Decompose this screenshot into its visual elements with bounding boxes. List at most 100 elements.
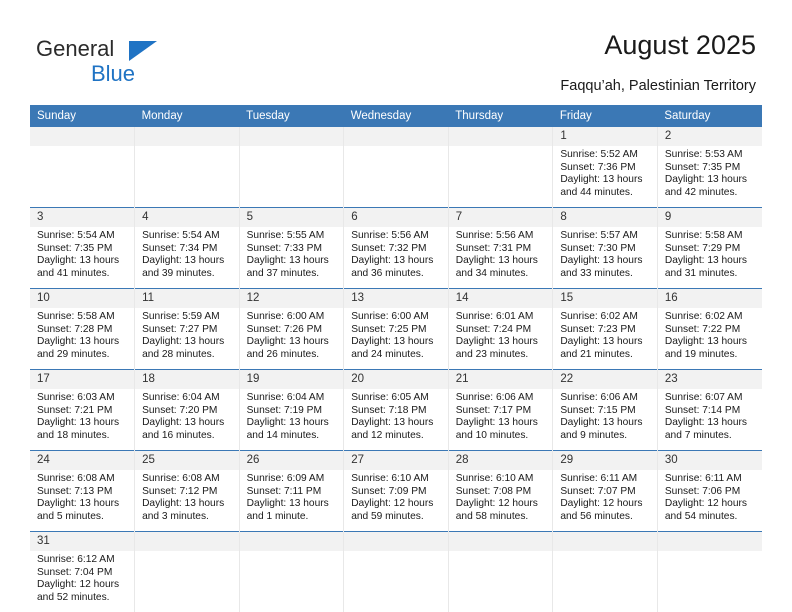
calendar-day-cell[interactable]: 24 Sunrise: 6:08 AM Sunset: 7:13 PM Dayligh… bbox=[30, 450, 136, 532]
sunset-text: Sunset: 7:19 PM bbox=[246, 404, 322, 416]
day-number bbox=[239, 127, 344, 146]
weekday-header-friday: Friday bbox=[552, 105, 658, 127]
calendar-day-cell[interactable]: 16 Sunrise: 6:02 AM Sunset: 7:22 PM Dayligh… bbox=[657, 288, 762, 370]
calendar-day-cell[interactable]: 5 Sunrise: 5:55 AM Sunset: 7:33 PM Daylight… bbox=[239, 207, 345, 289]
calendar-day-cell[interactable]: 23 Sunrise: 6:07 AM Sunset: 7:14 PM Dayligh… bbox=[657, 369, 762, 451]
daylight-text-line2: and 42 minutes. bbox=[664, 186, 738, 198]
calendar-day-cell[interactable]: 10 Sunrise: 5:58 AM Sunset: 7:28 PM Dayligh… bbox=[30, 288, 136, 370]
calendar-page: General Blue August 2025 Faqqu’ah, Pales… bbox=[0, 0, 792, 612]
calendar-day-cell[interactable]: 3 Sunrise: 5:54 AM Sunset: 7:35 PM Daylight… bbox=[30, 207, 136, 289]
calendar-day-cell[interactable]: 20 Sunrise: 6:05 AM Sunset: 7:18 PM Dayligh… bbox=[343, 369, 449, 451]
sunrise-text: Sunrise: 5:53 AM bbox=[664, 149, 743, 160]
calendar-day-cell[interactable]: 14 Sunrise: 6:01 AM Sunset: 7:24 PM Dayligh… bbox=[448, 288, 554, 370]
calendar-day-cell[interactable]: 30 Sunrise: 6:11 AM Sunset: 7:06 PM Dayligh… bbox=[657, 450, 762, 532]
daylight-text-line1: Daylight: 13 hours bbox=[246, 336, 329, 348]
daylight-text-line2: and 21 minutes. bbox=[560, 348, 633, 360]
daylight-text-line1: Daylight: 13 hours bbox=[351, 255, 434, 267]
calendar-day-cell[interactable]: 7 Sunrise: 5:56 AM Sunset: 7:31 PM Daylight… bbox=[448, 207, 554, 289]
calendar-cell-empty bbox=[657, 531, 762, 612]
day-number bbox=[135, 127, 239, 146]
day-number: 20 bbox=[344, 370, 448, 389]
day-number: 10 bbox=[30, 289, 135, 308]
sunset-text: Sunset: 7:23 PM bbox=[560, 323, 636, 335]
daylight-text-line1: Daylight: 13 hours bbox=[142, 255, 225, 267]
calendar-day-cell[interactable]: 27 Sunrise: 6:10 AM Sunset: 7:09 PM Dayligh… bbox=[343, 450, 449, 532]
calendar-day-cell[interactable]: 18 Sunrise: 6:04 AM Sunset: 7:20 PM Dayligh… bbox=[134, 369, 240, 451]
sunrise-text: Sunrise: 6:10 AM bbox=[455, 473, 534, 484]
daylight-text-line1: Daylight: 13 hours bbox=[560, 174, 643, 186]
day-number bbox=[448, 532, 553, 551]
daylight-text-line1: Daylight: 12 hours bbox=[37, 579, 120, 591]
sunrise-text: Sunrise: 6:09 AM bbox=[246, 473, 325, 484]
day-details bbox=[344, 551, 448, 612]
day-number: 19 bbox=[239, 370, 344, 389]
calendar-day-cell[interactable]: 29 Sunrise: 6:11 AM Sunset: 7:07 PM Dayligh… bbox=[552, 450, 658, 532]
calendar-day-cell[interactable]: 9 Sunrise: 5:58 AM Sunset: 7:29 PM Daylight… bbox=[657, 207, 762, 289]
calendar-day-cell[interactable]: 28 Sunrise: 6:10 AM Sunset: 7:08 PM Dayligh… bbox=[448, 450, 554, 532]
daylight-text-line2: and 19 minutes. bbox=[664, 348, 738, 360]
day-details: Sunrise: 5:59 AM Sunset: 7:27 PM Daylight:… bbox=[135, 308, 239, 369]
day-number: 16 bbox=[657, 289, 762, 308]
sunset-text: Sunset: 7:26 PM bbox=[246, 323, 322, 335]
calendar-cell-empty bbox=[448, 531, 554, 612]
sunset-text: Sunset: 7:24 PM bbox=[455, 323, 532, 335]
day-details: Sunrise: 6:04 AM Sunset: 7:19 PM Daylight:… bbox=[240, 389, 344, 450]
calendar-day-cell[interactable]: 12 Sunrise: 6:00 AM Sunset: 7:26 PM Dayligh… bbox=[239, 288, 345, 370]
sunrise-text: Sunrise: 6:06 AM bbox=[455, 392, 534, 403]
weekday-header-saturday: Saturday bbox=[657, 105, 762, 127]
calendar-day-cell[interactable]: 15 Sunrise: 6:02 AM Sunset: 7:23 PM Dayligh… bbox=[552, 288, 658, 370]
daylight-text-line2: and 9 minutes. bbox=[560, 429, 628, 441]
day-details: Sunrise: 6:10 AM Sunset: 7:08 PM Daylight:… bbox=[449, 470, 553, 531]
daylight-text-line2: and 16 minutes. bbox=[142, 429, 215, 441]
day-details bbox=[135, 146, 239, 207]
calendar-day-cell[interactable]: 8 Sunrise: 5:57 AM Sunset: 7:30 PM Daylight… bbox=[552, 207, 658, 289]
sunset-text: Sunset: 7:08 PM bbox=[455, 485, 532, 497]
sunset-text: Sunset: 7:25 PM bbox=[351, 323, 427, 335]
calendar-day-cell[interactable]: 2 Sunrise: 5:53 AM Sunset: 7:35 PM Daylight… bbox=[657, 127, 762, 208]
calendar-day-cell[interactable]: 25 Sunrise: 6:08 AM Sunset: 7:12 PM Dayligh… bbox=[134, 450, 240, 532]
day-number: 11 bbox=[135, 289, 239, 308]
day-details: Sunrise: 5:52 AM Sunset: 7:36 PM Daylight:… bbox=[553, 146, 657, 207]
daylight-text-line1: Daylight: 12 hours bbox=[560, 498, 643, 510]
calendar-day-cell[interactable]: 21 Sunrise: 6:06 AM Sunset: 7:17 PM Dayligh… bbox=[448, 369, 554, 451]
day-details: Sunrise: 5:54 AM Sunset: 7:34 PM Daylight:… bbox=[135, 227, 239, 288]
daylight-text-line1: Daylight: 13 hours bbox=[560, 255, 643, 267]
daylight-text-line2: and 26 minutes. bbox=[246, 348, 320, 360]
calendar-header-row: Sunday Monday Tuesday Wednesday Thursday… bbox=[30, 105, 762, 127]
day-details: Sunrise: 6:06 AM Sunset: 7:17 PM Daylight:… bbox=[449, 389, 553, 450]
day-number: 6 bbox=[344, 208, 448, 227]
daylight-text-line1: Daylight: 13 hours bbox=[664, 255, 747, 267]
sunrise-text: Sunrise: 6:00 AM bbox=[246, 311, 325, 322]
day-number: 17 bbox=[30, 370, 135, 389]
calendar-day-cell[interactable]: 26 Sunrise: 6:09 AM Sunset: 7:11 PM Dayligh… bbox=[239, 450, 345, 532]
day-details: Sunrise: 6:02 AM Sunset: 7:22 PM Daylight:… bbox=[658, 308, 762, 369]
sunrise-text: Sunrise: 6:01 AM bbox=[455, 311, 534, 322]
calendar-day-cell[interactable]: 22 Sunrise: 6:06 AM Sunset: 7:15 PM Dayligh… bbox=[552, 369, 658, 451]
calendar-day-cell[interactable]: 13 Sunrise: 6:00 AM Sunset: 7:25 PM Dayligh… bbox=[343, 288, 449, 370]
daylight-text-line2: and 39 minutes. bbox=[142, 267, 215, 279]
day-details: Sunrise: 5:55 AM Sunset: 7:33 PM Daylight:… bbox=[240, 227, 344, 288]
calendar-day-cell[interactable]: 19 Sunrise: 6:04 AM Sunset: 7:19 PM Dayligh… bbox=[239, 369, 345, 451]
sunrise-text: Sunrise: 6:05 AM bbox=[351, 392, 429, 403]
calendar-day-cell[interactable]: 17 Sunrise: 6:03 AM Sunset: 7:21 PM Dayligh… bbox=[30, 369, 136, 451]
calendar-day-cell[interactable]: 6 Sunrise: 5:56 AM Sunset: 7:32 PM Daylight… bbox=[343, 207, 449, 289]
sunset-text: Sunset: 7:34 PM bbox=[142, 242, 218, 254]
calendar-day-cell[interactable]: 11 Sunrise: 5:59 AM Sunset: 7:27 PM Dayligh… bbox=[134, 288, 240, 370]
calendar-week-row: 24 Sunrise: 6:08 AM Sunset: 7:13 PM Dayligh… bbox=[30, 450, 762, 532]
calendar-day-cell[interactable]: 1 Sunrise: 5:52 AM Sunset: 7:36 PM Daylight… bbox=[552, 127, 658, 208]
daylight-text-line1: Daylight: 13 hours bbox=[664, 417, 747, 429]
daylight-text-line2: and 18 minutes. bbox=[37, 429, 110, 441]
calendar-week-row: 3 Sunrise: 5:54 AM Sunset: 7:35 PM Daylight… bbox=[30, 207, 762, 289]
sunset-text: Sunset: 7:35 PM bbox=[37, 242, 113, 254]
sunrise-sunset-calendar-table: Sunday Monday Tuesday Wednesday Thursday… bbox=[30, 105, 762, 612]
daylight-text-line2: and 37 minutes. bbox=[246, 267, 320, 279]
day-number: 27 bbox=[344, 451, 448, 470]
daylight-text-line2: and 24 minutes. bbox=[351, 348, 424, 360]
calendar-day-cell[interactable]: 31 Sunrise: 6:12 AM Sunset: 7:04 PM Dayligh… bbox=[30, 531, 136, 612]
calendar-day-cell[interactable]: 4 Sunrise: 5:54 AM Sunset: 7:34 PM Daylight… bbox=[134, 207, 240, 289]
daylight-text-line2: and 1 minute. bbox=[246, 510, 309, 522]
sunset-text: Sunset: 7:04 PM bbox=[37, 566, 113, 578]
daylight-text-line2: and 33 minutes. bbox=[560, 267, 633, 279]
day-details bbox=[658, 551, 762, 612]
day-details: Sunrise: 5:58 AM Sunset: 7:28 PM Daylight:… bbox=[30, 308, 134, 369]
